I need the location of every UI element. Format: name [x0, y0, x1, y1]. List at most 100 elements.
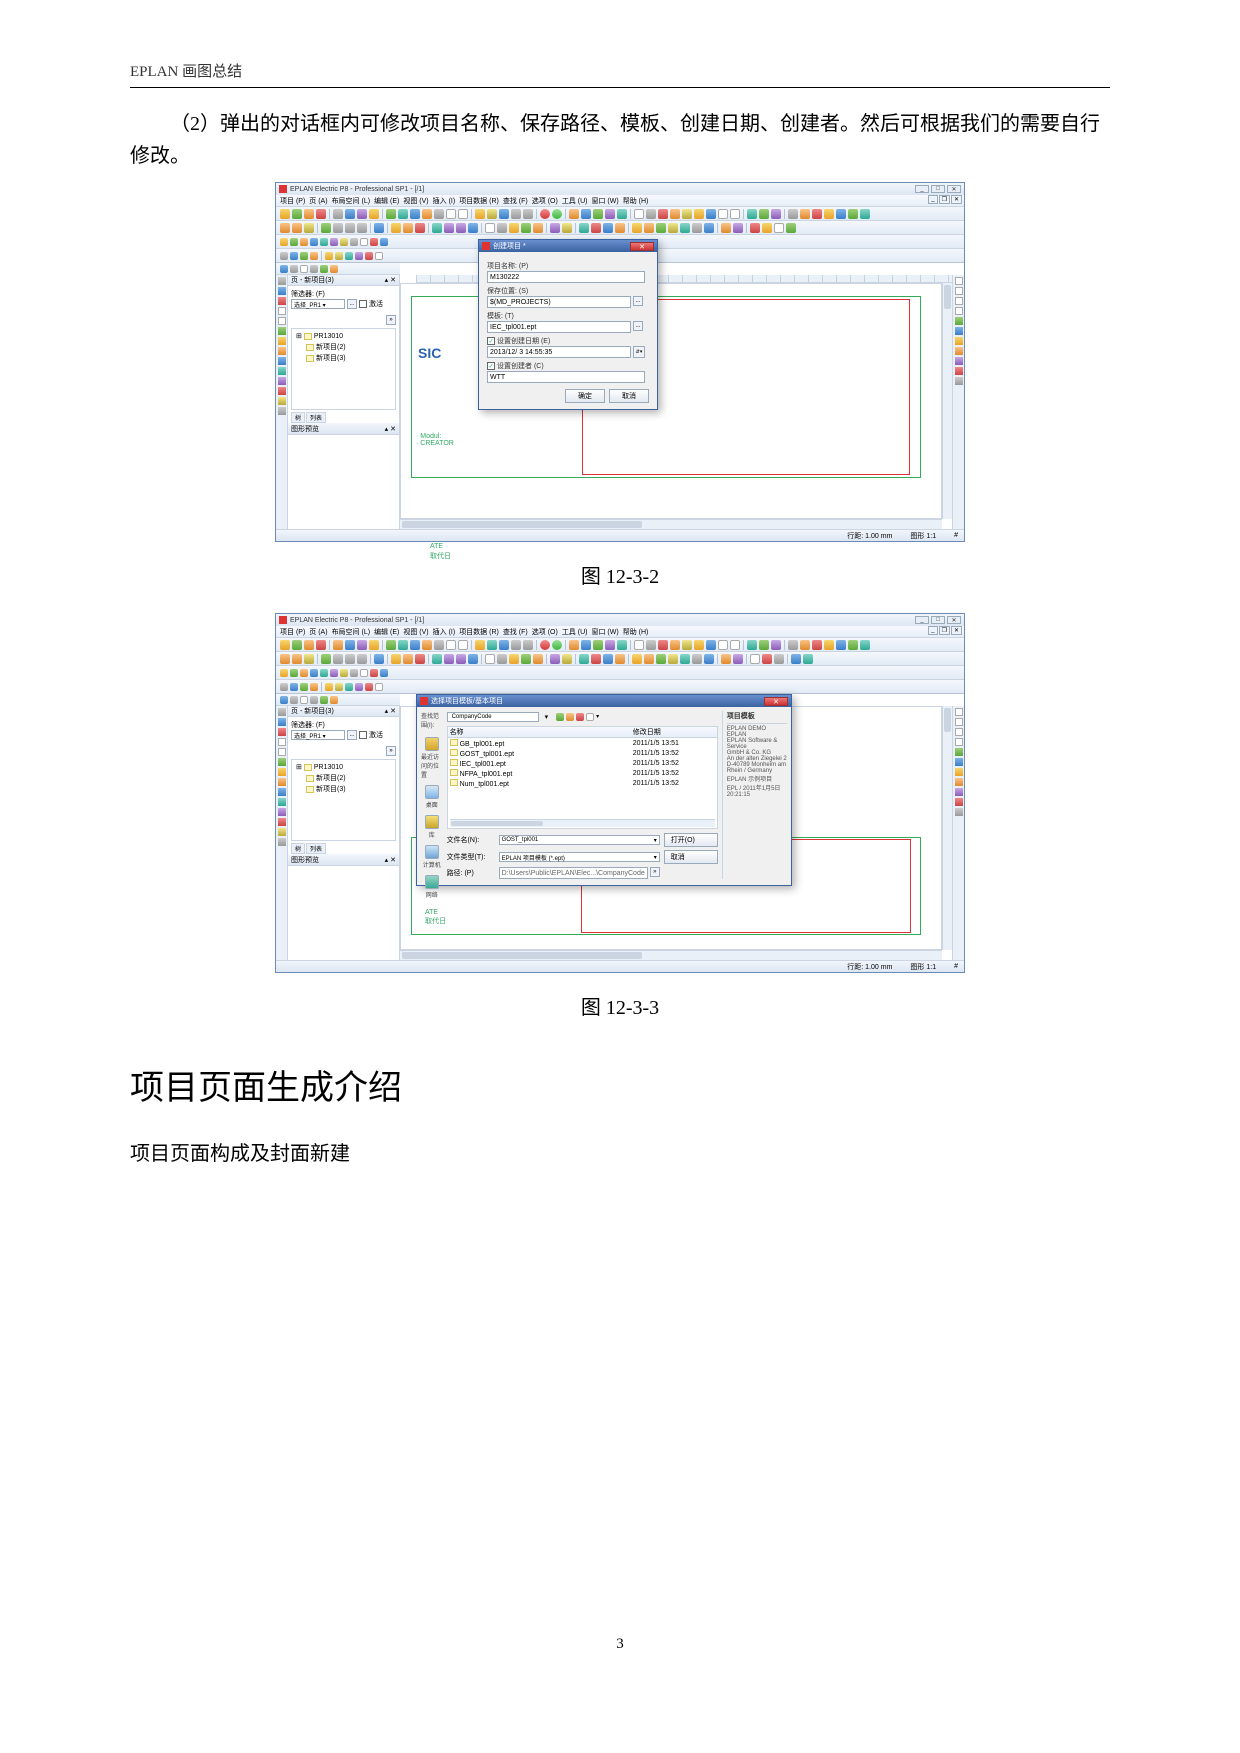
- tb-icon[interactable]: [771, 209, 781, 219]
- tb-icon[interactable]: [487, 209, 497, 219]
- place-network[interactable]: 网络: [425, 875, 439, 899]
- menu-options[interactable]: 选项 (O): [532, 196, 558, 206]
- minimize-button[interactable]: _: [915, 616, 929, 624]
- tb-icon[interactable]: [434, 640, 444, 650]
- tb-icon[interactable]: [380, 669, 388, 677]
- tb-icon[interactable]: [304, 223, 314, 233]
- tb-icon[interactable]: [670, 209, 680, 219]
- tb-icon[interactable]: [310, 252, 318, 260]
- nav-expand-button[interactable]: »: [386, 746, 396, 756]
- vtb-icon[interactable]: [278, 838, 286, 846]
- tb-icon[interactable]: [422, 209, 432, 219]
- set-date-checkbox[interactable]: ✓设置创建日期 (E): [487, 336, 550, 346]
- tb-icon[interactable]: [646, 209, 656, 219]
- vtb-icon[interactable]: [955, 287, 963, 295]
- tb-icon[interactable]: [304, 654, 314, 664]
- horizontal-scrollbar[interactable]: [400, 519, 942, 529]
- tb-icon[interactable]: [791, 654, 801, 664]
- tb-icon[interactable]: [569, 640, 579, 650]
- menu-projectdata[interactable]: 项目数据 (R): [459, 627, 499, 637]
- vtb-icon[interactable]: [278, 808, 286, 816]
- vtb-icon[interactable]: [278, 317, 286, 325]
- tb-icon[interactable]: [499, 640, 509, 650]
- ok-button[interactable]: 确定: [565, 389, 605, 403]
- tb-icon[interactable]: [706, 209, 716, 219]
- scope-combo[interactable]: CompanyCode: [447, 712, 539, 722]
- vtb-icon[interactable]: [955, 808, 963, 816]
- tb-icon[interactable]: [670, 640, 680, 650]
- tb-icon[interactable]: [316, 640, 326, 650]
- file-list-scrollbar[interactable]: [450, 819, 715, 827]
- menu-help[interactable]: 帮助 (H): [623, 196, 649, 206]
- tb-icon[interactable]: [615, 654, 625, 664]
- nav-pin-icon[interactable]: ▴ ✕: [385, 276, 396, 284]
- tb-icon[interactable]: [771, 640, 781, 650]
- tb-icon[interactable]: [658, 209, 668, 219]
- tb-icon[interactable]: [848, 209, 858, 219]
- tb-icon[interactable]: [788, 640, 798, 650]
- tb-icon[interactable]: [499, 209, 509, 219]
- tb-icon[interactable]: [403, 654, 413, 664]
- place-recent[interactable]: 最近访问的位置: [421, 737, 443, 779]
- tb-icon[interactable]: [656, 223, 666, 233]
- tb-icon[interactable]: [730, 209, 740, 219]
- vtb-icon[interactable]: [955, 337, 963, 345]
- tb-icon[interactable]: [644, 223, 654, 233]
- save-path-browse-button[interactable]: ...: [633, 296, 643, 306]
- tb-icon[interactable]: [355, 252, 363, 260]
- vtb-icon[interactable]: [955, 708, 963, 716]
- tb-icon[interactable]: [786, 223, 796, 233]
- tb-icon[interactable]: [300, 238, 308, 246]
- tb-icon[interactable]: [280, 238, 288, 246]
- tb-icon[interactable]: [335, 683, 343, 691]
- tb-icon[interactable]: [432, 654, 442, 664]
- tb-icon[interactable]: [369, 209, 379, 219]
- tb-icon[interactable]: [591, 654, 601, 664]
- tb-icon[interactable]: [860, 640, 870, 650]
- tb-icon[interactable]: [836, 640, 846, 650]
- vtb-icon[interactable]: [955, 778, 963, 786]
- tb-icon[interactable]: [605, 209, 615, 219]
- tb-icon[interactable]: [533, 223, 543, 233]
- vtb-icon[interactable]: [955, 798, 963, 806]
- tb-icon[interactable]: [579, 654, 589, 664]
- tb-icon[interactable]: [706, 640, 716, 650]
- tb-icon[interactable]: [603, 223, 613, 233]
- menu-window[interactable]: 窗口 (W): [591, 196, 618, 206]
- vtb-icon[interactable]: [955, 367, 963, 375]
- tb-icon[interactable]: [581, 640, 591, 650]
- menu-tools[interactable]: 工具 (U): [562, 196, 588, 206]
- template-browse-button[interactable]: ...: [633, 321, 643, 331]
- mdi-close-button[interactable]: ✕: [951, 195, 962, 204]
- file-row[interactable]: GOST_tpl001.ept2011/1/5 13:52: [448, 748, 717, 758]
- horizontal-scrollbar[interactable]: [400, 950, 942, 960]
- vtb-icon[interactable]: [955, 748, 963, 756]
- tb-icon[interactable]: [682, 209, 692, 219]
- vtb-icon[interactable]: [278, 367, 286, 375]
- tb-icon[interactable]: [468, 654, 478, 664]
- tb-icon[interactable]: [360, 669, 368, 677]
- tb-icon[interactable]: [759, 209, 769, 219]
- tab-list[interactable]: 列表: [306, 412, 326, 423]
- tb-icon[interactable]: [632, 223, 642, 233]
- tb-icon[interactable]: [800, 209, 810, 219]
- tb-icon[interactable]: [446, 640, 456, 650]
- tb-icon[interactable]: [668, 223, 678, 233]
- template-input[interactable]: IEC_tpl001.ept: [487, 321, 631, 333]
- close-button[interactable]: ✕: [947, 185, 961, 193]
- menu-layout[interactable]: 布局空间 (L): [332, 196, 371, 206]
- tb-icon[interactable]: [485, 223, 495, 233]
- tb-icon[interactable]: [320, 265, 328, 273]
- tb-icon[interactable]: [812, 640, 822, 650]
- tb-icon[interactable]: [280, 223, 290, 233]
- tab-tree[interactable]: 树: [291, 412, 305, 423]
- tb-icon[interactable]: [617, 640, 627, 650]
- menu-view[interactable]: 视图 (V): [403, 627, 428, 637]
- menu-insert[interactable]: 插入 (I): [433, 627, 456, 637]
- tb-icon[interactable]: [644, 654, 654, 664]
- tb-icon[interactable]: [280, 669, 288, 677]
- place-library[interactable]: 库: [425, 815, 439, 839]
- close-button[interactable]: ✕: [947, 616, 961, 624]
- tb-icon[interactable]: [632, 654, 642, 664]
- tb-icon[interactable]: [310, 696, 318, 704]
